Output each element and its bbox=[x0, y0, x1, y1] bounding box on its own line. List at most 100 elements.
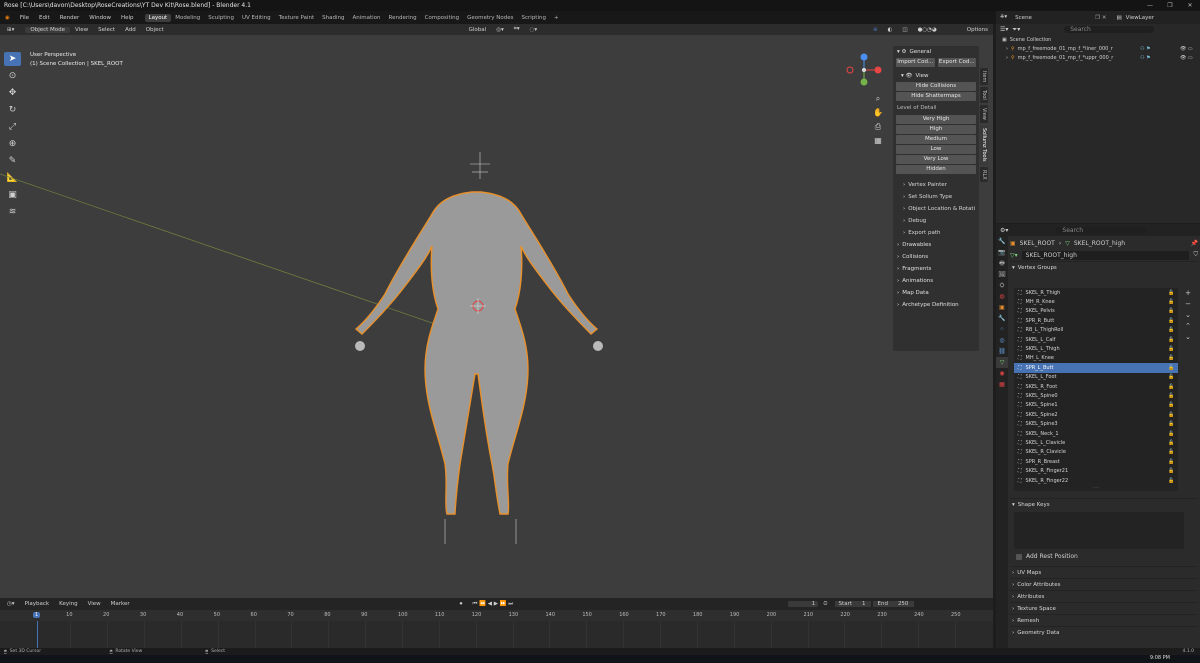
fake-user-icon[interactable]: ⛉ bbox=[1193, 251, 1198, 259]
pan-hand-icon[interactable]: ✋ bbox=[872, 106, 884, 120]
lock-icon[interactable]: 🔓 bbox=[1168, 346, 1178, 352]
object-location-section[interactable]: › Object Location & Rotati bbox=[893, 203, 979, 215]
world-tab-icon[interactable]: ◍ bbox=[996, 291, 1008, 302]
mesh-data-icon[interactable]: ▽▾ bbox=[1010, 252, 1018, 259]
playhead[interactable] bbox=[37, 621, 38, 648]
mesh-data-field[interactable]: SKEL_ROOT_high bbox=[1021, 250, 1190, 260]
frame-ruler[interactable]: 1 10 20 30 40 50 60 70 80 90 100 110 120 130 140 150 160… bbox=[0, 610, 993, 621]
data-tab-icon[interactable]: ▽ bbox=[996, 357, 1008, 368]
lod-medium-button[interactable]: Medium bbox=[896, 135, 976, 144]
lock-icon[interactable]: 🔓 bbox=[1168, 449, 1178, 455]
lod-high-button[interactable]: High bbox=[896, 125, 976, 134]
import-codewalker-button[interactable]: Import Cod... bbox=[896, 58, 935, 67]
lod-low-button[interactable]: Low bbox=[896, 145, 976, 154]
general-header[interactable]: ▾ ⚙ General bbox=[893, 46, 979, 58]
timeline-editor-icon[interactable]: ◷▾ bbox=[2, 601, 20, 607]
map-data-section[interactable]: › Map Data bbox=[893, 287, 979, 299]
lod-hidden-button[interactable]: Hidden bbox=[896, 165, 976, 174]
menu-render[interactable]: Render bbox=[55, 15, 85, 21]
vertex-group-row[interactable]: ⛶ SKEL_R_Foot 🔓 bbox=[1014, 382, 1178, 391]
texture-space-section[interactable]: › Texture Space bbox=[1010, 602, 1198, 614]
grid-view-icon[interactable]: ▦ bbox=[872, 134, 884, 148]
outliner-row[interactable]: › ⚲ mp_f_freemode_01_mp_f_*liner_000_r ⚇ ⚑… bbox=[996, 44, 1200, 53]
lock-icon[interactable]: 🔓 bbox=[1168, 402, 1178, 408]
maximize-button[interactable]: ❐ bbox=[1160, 0, 1180, 11]
move-up-icon[interactable]: ⌃ bbox=[1182, 321, 1194, 332]
tab-rlx[interactable]: RLX bbox=[980, 166, 988, 183]
playback-controls[interactable]: ⏮ ⏪ ◀ ▶ ⏩ ⏭ bbox=[467, 601, 518, 608]
vertex-group-row[interactable]: ⛶ SKEL_L_Thigh 🔓 bbox=[1014, 344, 1178, 353]
tool-tab-icon[interactable]: 🔧 bbox=[996, 236, 1008, 247]
vertex-group-row[interactable]: ⛶ SPR_R_Butt 🔓 bbox=[1014, 316, 1178, 325]
physics-tab-icon[interactable]: ◎ bbox=[996, 335, 1008, 346]
lock-icon[interactable]: 🔓 bbox=[1168, 308, 1178, 314]
menu-window[interactable]: Window bbox=[84, 15, 116, 21]
modifier-tab-icon[interactable]: 🔧 bbox=[996, 313, 1008, 324]
fragments-section[interactable]: › Fragments bbox=[893, 263, 979, 275]
close-button[interactable]: ✕ bbox=[1180, 0, 1200, 11]
add-rest-position-row[interactable]: Add Rest Position bbox=[1010, 551, 1198, 562]
view-header[interactable]: ▾ 👁 View bbox=[893, 70, 979, 82]
outliner-filter-icon[interactable]: ⏷▾ bbox=[1012, 26, 1020, 34]
lock-icon[interactable]: 🔓 bbox=[1168, 478, 1178, 484]
pin-icon[interactable]: 📌 bbox=[1191, 240, 1198, 247]
color-attributes-section[interactable]: › Color Attributes bbox=[1010, 578, 1198, 590]
animations-section[interactable]: › Animations bbox=[893, 275, 979, 287]
lock-icon[interactable]: 🔓 bbox=[1168, 337, 1178, 343]
hide-collisions-button[interactable]: Hide Collisions bbox=[896, 82, 976, 91]
camera-view-icon[interactable]: ⎙ bbox=[872, 120, 884, 134]
tab-sollumz-tools[interactable]: Sollumz Tools bbox=[980, 124, 988, 165]
tab-sculpting[interactable]: Sculpting bbox=[204, 14, 238, 22]
lod-very-low-button[interactable]: Very Low bbox=[896, 155, 976, 164]
tab-texture-paint[interactable]: Texture Paint bbox=[275, 14, 319, 22]
output-tab-icon[interactable]: 🖶 bbox=[996, 258, 1008, 269]
vertex-groups-header[interactable]: ▾ Vertex Groups bbox=[1010, 261, 1198, 273]
lock-icon[interactable]: 🔓 bbox=[1168, 290, 1178, 296]
drawables-section[interactable]: › Drawables bbox=[893, 239, 979, 251]
vertex-group-row[interactable]: ⛶ SKEL_R_Clavicle 🔓 bbox=[1014, 448, 1178, 457]
zoom-icon[interactable]: ⌕ bbox=[872, 92, 884, 106]
set-sollum-type-section[interactable]: › Set Sollum Type bbox=[893, 191, 979, 203]
end-frame-field[interactable]: 250 bbox=[891, 601, 915, 607]
vertex-groups-list[interactable]: ⛶ SKEL_R_Thigh 🔓 ⛶ MH_R_Knee 🔓 ⛶ SKEL_Pelvis 🔓 ⛶ S… bbox=[1014, 288, 1178, 491]
attributes-section[interactable]: › Attributes bbox=[1010, 590, 1198, 602]
lock-icon[interactable]: 🔓 bbox=[1168, 355, 1178, 361]
menu-playback[interactable]: Playback bbox=[20, 601, 55, 607]
add-group-button[interactable]: + bbox=[1182, 288, 1194, 299]
properties-search[interactable]: Search bbox=[1056, 226, 1147, 234]
tab-layout[interactable]: Layout bbox=[144, 13, 172, 22]
vertex-group-row[interactable]: ⛶ SKEL_R_Finger21 🔓 bbox=[1014, 466, 1178, 475]
vertex-group-row[interactable]: ⛶ SKEL_Spine1 🔓 bbox=[1014, 401, 1178, 410]
export-path-section[interactable]: › Export path bbox=[893, 227, 979, 239]
tab-uv-editing[interactable]: UV Editing bbox=[238, 14, 275, 22]
tab-geometry-nodes[interactable]: Geometry Nodes bbox=[463, 14, 517, 22]
outliner-editor-icon[interactable]: ☰▾ bbox=[1000, 26, 1008, 33]
tab-shading[interactable]: Shading bbox=[318, 14, 348, 22]
archetype-definition-section[interactable]: › Archetype Definition bbox=[893, 299, 979, 311]
vertex-painter-section[interactable]: › Vertex Painter bbox=[893, 179, 979, 191]
scene-icon[interactable]: ⎈▾ bbox=[1000, 14, 1007, 21]
lock-icon[interactable]: 🔓 bbox=[1168, 421, 1178, 427]
lock-icon[interactable]: 🔓 bbox=[1168, 431, 1178, 437]
debug-section[interactable]: › Debug bbox=[893, 215, 979, 227]
menu-keying[interactable]: Keying bbox=[54, 601, 82, 607]
menu-help[interactable]: Help bbox=[116, 15, 139, 21]
3d-viewport[interactable]: ⊞▾ Object Mode View Select Add Object Gl… bbox=[0, 24, 993, 598]
geometry-data-section[interactable]: › Geometry Data bbox=[1010, 626, 1198, 638]
vertex-group-row[interactable]: ⛶ SKEL_R_Thigh 🔓 bbox=[1014, 288, 1178, 297]
vertex-group-row[interactable]: ⛶ SPR_L_Butt 🔓 bbox=[1014, 363, 1178, 373]
menu-edit[interactable]: Edit bbox=[34, 15, 55, 21]
start-frame-field[interactable]: 1 bbox=[855, 601, 872, 607]
lock-icon[interactable]: 🔓 bbox=[1168, 468, 1178, 474]
menu-view[interactable]: View bbox=[83, 601, 106, 607]
tab-rendering[interactable]: Rendering bbox=[385, 14, 421, 22]
vertex-group-row[interactable]: ⛶ SPR_R_Breast 🔓 bbox=[1014, 457, 1178, 466]
menu-file[interactable]: File bbox=[15, 15, 34, 21]
visibility-icon[interactable]: 👁 ▭ bbox=[1180, 46, 1200, 52]
lock-icon[interactable]: 🔓 bbox=[1168, 393, 1178, 399]
vertex-group-row[interactable]: ⛶ SKEL_L_Clavicle 🔓 bbox=[1014, 438, 1178, 447]
vertex-group-row[interactable]: ⛶ SKEL_Spine0 🔓 bbox=[1014, 391, 1178, 400]
material-tab-icon[interactable]: ◉ bbox=[996, 368, 1008, 379]
lod-very-high-button[interactable]: Very High bbox=[896, 115, 976, 124]
clock-icon[interactable]: ⏲ bbox=[818, 601, 832, 608]
